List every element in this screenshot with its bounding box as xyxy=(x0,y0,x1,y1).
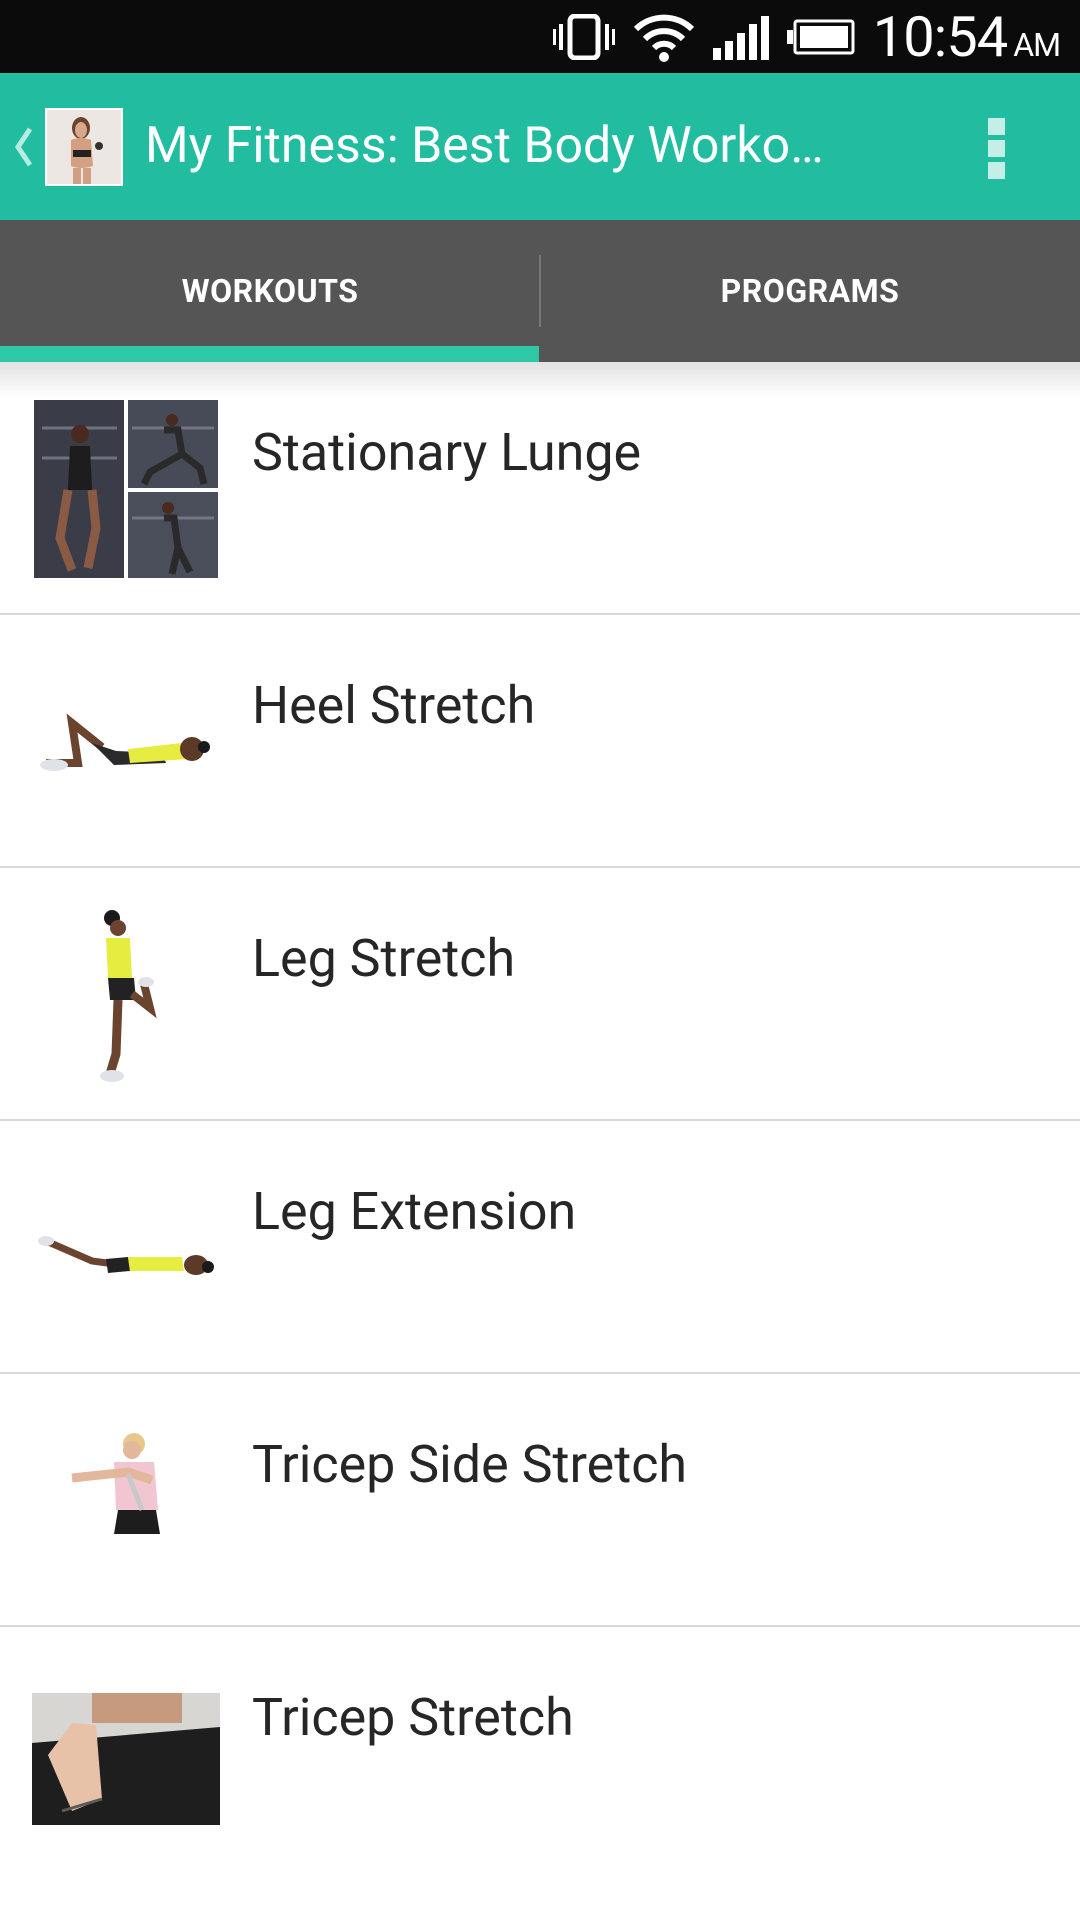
status-bar: 10:54 AM xyxy=(0,0,1080,73)
action-bar: My Fitness: Best Body Worko… xyxy=(0,73,1080,220)
heel-stretch-thumbnail xyxy=(40,713,210,771)
list-item[interactable]: Tricep Side Stretch xyxy=(0,1374,1080,1627)
clock-ampm: AM xyxy=(1013,25,1061,64)
tricep-stretch-thumbnail xyxy=(32,1693,220,1825)
tricep-side-stretch-thumbnail xyxy=(71,1433,160,1534)
workout-name: Heel Stretch xyxy=(252,675,536,736)
workout-name: Leg Extension xyxy=(252,1181,577,1242)
tab-programs[interactable]: PROGRAMS xyxy=(540,220,1080,362)
tab-programs-label: PROGRAMS xyxy=(720,272,900,310)
tab-bar: WORKOUTS PROGRAMS xyxy=(0,220,1080,362)
tab-workouts[interactable]: WORKOUTS xyxy=(0,220,540,362)
vibrate-icon xyxy=(552,13,615,60)
tab-divider xyxy=(539,255,541,327)
lunge-collage-thumbnail xyxy=(34,400,218,578)
workout-name: Leg Stretch xyxy=(252,928,516,989)
list-item[interactable]: Tricep Stretch xyxy=(0,1627,1080,1880)
battery-icon xyxy=(786,19,855,54)
list-item[interactable]: Leg Stretch xyxy=(0,868,1080,1121)
clock-time: 10:54 xyxy=(872,3,1008,70)
list-item[interactable]: Heel Stretch xyxy=(0,615,1080,868)
workout-name: Tricep Stretch xyxy=(252,1687,574,1748)
workout-name: Stationary Lunge xyxy=(252,422,642,483)
app-logo[interactable] xyxy=(45,108,123,186)
status-icons: 10:54 AM xyxy=(552,0,1061,73)
signal-icon xyxy=(712,15,769,60)
clock: 10:54 AM xyxy=(873,9,1061,65)
leg-stretch-thumbnail xyxy=(100,910,157,1082)
overflow-menu-icon[interactable] xyxy=(988,118,1008,180)
app-title: My Fitness: Best Body Worko… xyxy=(145,117,824,175)
list-item[interactable]: Stationary Lunge xyxy=(0,362,1080,615)
workout-name: Tricep Side Stretch xyxy=(252,1434,688,1495)
up-caret-icon[interactable] xyxy=(12,125,34,169)
wifi-icon xyxy=(633,14,694,62)
leg-extension-thumbnail xyxy=(38,1236,214,1275)
list-item[interactable]: Leg Extension xyxy=(0,1121,1080,1374)
workout-list: Stationary Lunge Heel Stretch Leg Stretc… xyxy=(0,362,1080,1880)
tab-workouts-label: WORKOUTS xyxy=(181,272,359,310)
app-logo-image xyxy=(47,110,121,184)
tab-selected-indicator xyxy=(0,346,539,362)
